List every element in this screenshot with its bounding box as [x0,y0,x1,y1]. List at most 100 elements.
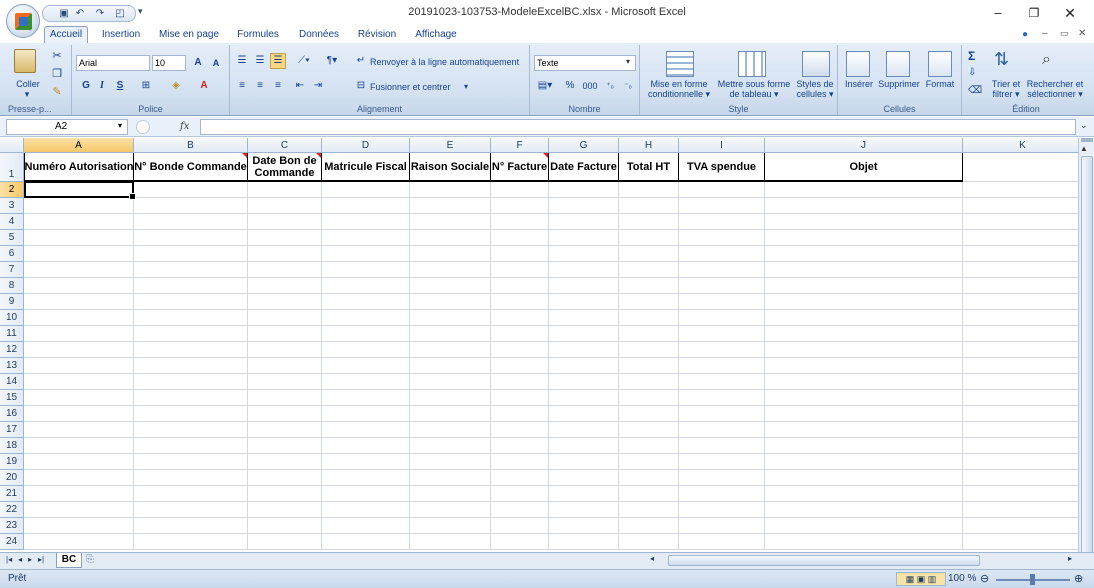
font-size-select[interactable]: 10 [152,55,186,71]
row-header[interactable]: 14 [0,374,24,390]
currency-icon[interactable]: ▤▾ [534,78,556,94]
row-header[interactable]: 12 [0,342,24,358]
align-left-icon[interactable]: ≡ [234,78,250,94]
tab-accueil[interactable]: Accueil [44,26,88,44]
conditional-format-button[interactable]: Mise en forme conditionnelle ▾ [642,79,716,99]
sort-filter-icon[interactable]: ⇅ [994,49,1009,70]
paste-icon[interactable] [14,49,36,73]
format-table-button[interactable]: Mettre sous forme de tableau ▾ [716,79,792,99]
find-select-button[interactable]: Rechercher et sélectionner ▾ [1022,79,1088,99]
delete-button[interactable]: Supprimer [876,79,922,89]
wrap-text-icon[interactable]: ↵ [354,55,368,66]
insert-cells-icon[interactable] [846,51,870,77]
header-cell[interactable]: Total HT [619,153,679,182]
sheet-tab-bc[interactable]: BC [56,553,82,568]
column-header[interactable]: K [963,138,1078,153]
cell-styles-icon[interactable] [802,51,830,77]
row-header[interactable]: 13 [0,358,24,374]
italic-button[interactable]: I [94,78,110,94]
column-header[interactable]: I [679,138,765,153]
row-header[interactable]: 3 [0,198,24,214]
tab-formules[interactable]: Formules [232,27,284,43]
format-table-icon[interactable] [738,51,766,77]
next-sheet-icon[interactable]: ▸ [28,555,32,564]
decrease-indent-icon[interactable]: ⇤ [292,78,308,94]
thousands-button[interactable]: 000 [580,78,600,94]
scroll-left-icon[interactable]: ◂ [650,554,654,563]
worksheet-grid[interactable]: A B C D E F G H I J K 1 2 3 4 5 6 7 8 9 10 11 12 13 14 15 16 17 18 19… [0,138,1078,552]
align-right-icon[interactable]: ≡ [270,78,286,94]
row-header[interactable]: 24 [0,534,24,550]
header-cell[interactable]: Date Facture [549,153,619,182]
scroll-up-icon[interactable]: ▲ [1080,144,1088,153]
font-color-icon[interactable]: A [196,78,212,94]
cut-icon[interactable]: ✂ [50,49,64,62]
shrink-font-icon[interactable]: A [208,55,224,71]
autosum-icon[interactable]: Σ [968,49,975,63]
align-center-icon[interactable]: ≡ [252,78,268,94]
header-cell[interactable]: N° Facture [491,153,549,182]
name-box-dropdown-icon[interactable]: ▾ [118,121,122,130]
row-header[interactable]: 11 [0,326,24,342]
select-all-corner[interactable] [0,138,24,153]
grow-font-icon[interactable]: A [190,55,206,71]
formula-cancel-icon[interactable] [136,120,150,134]
column-header[interactable]: J [765,138,963,153]
office-button[interactable] [6,4,40,38]
align-middle-icon[interactable]: ☰ [252,53,268,69]
merge-dropdown-icon[interactable]: ▾ [464,82,468,91]
new-sheet-icon[interactable]: ⎘ [86,554,94,565]
vertical-scrollbar[interactable]: ▲ [1078,138,1094,554]
copy-icon[interactable]: ❐ [50,67,64,80]
close-icon[interactable]: ✕ [1058,4,1082,22]
header-cell[interactable]: Objet [765,153,963,182]
orientation-icon[interactable]: ⟋▾ [292,53,316,69]
header-cell[interactable]: N° Bonde Commande [134,153,248,182]
paste-button[interactable]: Coller [8,79,48,89]
column-header[interactable]: H [619,138,679,153]
header-cell[interactable]: Date Bon de Commande [248,153,322,182]
comment-indicator-icon[interactable] [242,153,247,158]
wrap-text-button[interactable]: Renvoyer à la ligne automatiquement [370,57,519,67]
row-header[interactable]: 21 [0,486,24,502]
borders-icon[interactable]: ⊞ [138,78,154,94]
bold-button[interactable]: G [78,78,94,94]
comment-indicator-icon[interactable] [316,153,321,158]
font-name-select[interactable]: Arial [76,55,150,71]
align-bottom-icon[interactable]: ☰ [270,53,286,69]
fill-icon[interactable]: ⇩ [968,67,976,78]
row-header[interactable]: 5 [0,230,24,246]
row-header[interactable]: 8 [0,278,24,294]
column-header[interactable]: G [549,138,619,153]
paste-dropdown-icon[interactable]: ▾ [22,89,32,100]
delete-cells-icon[interactable] [886,51,910,77]
align-top-icon[interactable]: ☰ [234,53,250,69]
number-format-dropdown-icon[interactable]: ▾ [626,57,630,66]
number-format-select[interactable]: Texte [534,55,636,71]
tab-donnees[interactable]: Données [294,27,344,43]
zoom-out-icon[interactable]: ⊖ [980,572,989,585]
last-sheet-icon[interactable]: ▸| [38,555,44,564]
merge-icon[interactable]: ⊟ [354,80,368,91]
column-header[interactable]: C [248,138,322,153]
clear-icon[interactable]: ⌫ [968,85,982,96]
row-header[interactable]: 17 [0,422,24,438]
tab-revision[interactable]: Révision [352,27,402,43]
column-header[interactable]: F [491,138,549,153]
help-icon[interactable]: ● [1022,29,1028,40]
find-select-icon[interactable]: ⌕ [1042,51,1051,69]
column-header[interactable]: E [410,138,491,153]
row-header[interactable]: 23 [0,518,24,534]
percent-button[interactable]: % [562,78,578,94]
zoom-slider-handle[interactable] [1030,574,1035,585]
header-cell[interactable]: Raison Sociale [410,153,491,182]
column-header[interactable]: A [24,138,134,153]
text-direction-icon[interactable]: ¶▾ [320,53,344,69]
row-header[interactable]: 15 [0,390,24,406]
active-cell[interactable] [24,181,136,200]
ribbon-restore-icon[interactable]: ▭ [1060,28,1069,39]
row-header[interactable]: 2 [0,182,24,198]
first-sheet-icon[interactable]: |◂ [6,555,12,564]
tab-affichage[interactable]: Affichage [410,27,462,43]
column-header[interactable]: D [322,138,410,153]
